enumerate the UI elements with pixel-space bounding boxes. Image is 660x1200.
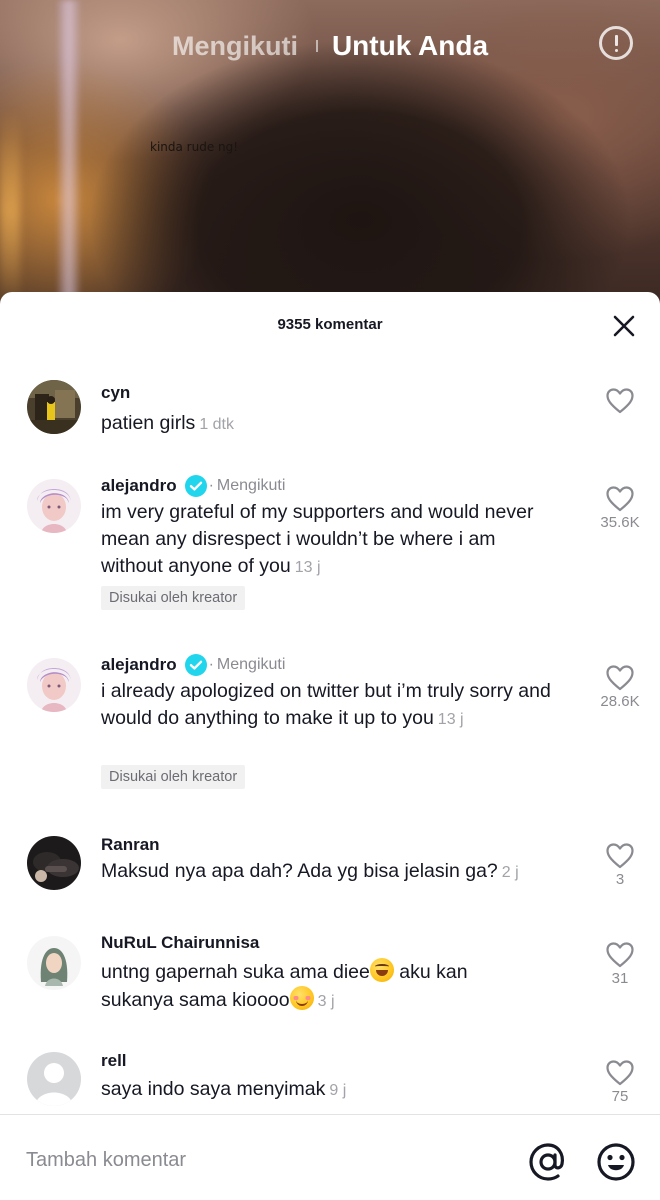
like-button[interactable]: 3 — [598, 843, 642, 888]
smiling-emoji-icon — [289, 986, 314, 1010]
username-text: cyn — [101, 383, 131, 402]
top-nav: Mengikuti Untuk Anda — [0, 26, 660, 66]
avatar[interactable] — [27, 479, 81, 533]
comment-body: i already apologized on twitter but i’m … — [101, 680, 551, 729]
heart-icon — [606, 665, 634, 691]
comment-item: cyn patien girls 1 dtk — [0, 380, 660, 450]
heart-icon — [606, 843, 634, 869]
comment-body: patien girls — [101, 412, 196, 434]
like-button[interactable]: 75 — [598, 1060, 642, 1105]
avatar[interactable] — [27, 936, 81, 990]
comment-username[interactable]: cyn — [101, 383, 130, 403]
comment-input-bar — [0, 1114, 660, 1200]
like-count: 75 — [611, 1088, 629, 1105]
video-caption: kinda rude ng! — [150, 140, 239, 154]
like-count: 3 — [615, 871, 625, 888]
comment-text: Maksud nya apa dah? Ada yg bisa jelasin … — [101, 858, 561, 886]
username-text: alejandro — [101, 655, 177, 674]
comment-username[interactable]: alejandro Mengikuti — [101, 654, 285, 676]
comments-sheet: 9355 komentar cyn patien girls 1 dtk ale… — [0, 292, 660, 1200]
smiley-icon[interactable] — [596, 1142, 636, 1182]
comment-username[interactable]: alejandro Mengikuti — [101, 475, 285, 497]
username-text: Ranran — [101, 835, 160, 854]
comment-time: 13 j — [294, 559, 321, 576]
heart-icon — [606, 486, 634, 512]
comment-body: Maksud nya apa dah? Ada yg bisa jelasin … — [101, 860, 498, 882]
comment-text: saya indo saya menyimak 9 j — [101, 1076, 561, 1104]
liked-by-creator-badge: Disukai oleh kreator — [101, 765, 246, 789]
heart-icon — [606, 388, 634, 414]
info-icon-bar — [614, 35, 618, 46]
info-icon-dot — [614, 49, 618, 52]
comment-count: 9355 komentar — [277, 316, 383, 333]
comment-time: 2 j — [501, 864, 519, 881]
like-button[interactable]: 28.6K — [598, 665, 642, 710]
comment-item: alejandro Mengikuti i already apologized… — [0, 653, 660, 793]
username-text: rell — [101, 1051, 127, 1070]
avatar[interactable] — [27, 1052, 81, 1106]
comment-time: 13 j — [437, 711, 464, 728]
comment-text: patien girls 1 dtk — [101, 410, 561, 438]
comments-header: 9355 komentar — [0, 292, 660, 360]
tab-following[interactable]: Mengikuti — [172, 31, 298, 62]
like-count: 28.6K — [600, 693, 640, 710]
verified-badge-icon — [184, 475, 207, 497]
comment-text: im very grateful of my supporters and wo… — [101, 499, 561, 581]
laughing-emoji-icon — [369, 958, 394, 982]
comment-body: untng gapernah suka ama diee — [101, 961, 370, 983]
exclamation-circle-icon[interactable] — [599, 26, 633, 60]
avatar[interactable] — [27, 658, 81, 712]
heart-icon — [606, 942, 634, 968]
liked-by-creator-badge: Disukai oleh kreator — [101, 586, 246, 610]
comment-item: alejandro Mengikuti im very grateful of … — [0, 474, 660, 614]
comment-item: NuRuL Chairunnisa untng gapernah suka am… — [0, 933, 660, 1024]
heart-icon — [606, 1060, 634, 1086]
like-count: 35.6K — [600, 514, 640, 531]
tab-for-you[interactable]: Untuk Anda — [332, 30, 488, 62]
comment-time: 9 j — [329, 1082, 347, 1099]
close-icon[interactable] — [612, 314, 636, 338]
like-button[interactable] — [598, 388, 642, 414]
comment-username[interactable]: NuRuL Chairunnisa — [101, 933, 259, 953]
username-text: NuRuL Chairunnisa — [101, 933, 260, 952]
username-text: alejandro — [101, 476, 177, 495]
comment-text: untng gapernah suka ama diee aku kan suk… — [101, 958, 541, 1015]
following-label: Mengikuti — [209, 656, 285, 674]
nav-separator — [315, 40, 318, 52]
like-count: 31 — [611, 970, 629, 987]
comment-time: 3 j — [317, 993, 335, 1010]
comment-text: i already apologized on twitter but i’m … — [101, 678, 561, 733]
video-light-streak — [0, 110, 20, 310]
comment-input[interactable] — [26, 1145, 446, 1175]
following-label: Mengikuti — [209, 477, 285, 495]
comment-item: rell saya indo saya menyimak 9 j 75 — [0, 1051, 660, 1112]
like-button[interactable]: 35.6K — [598, 486, 642, 531]
avatar[interactable] — [27, 380, 81, 434]
verified-badge-icon — [184, 654, 207, 676]
avatar[interactable] — [27, 836, 81, 890]
comment-body: saya indo saya menyimak — [101, 1078, 326, 1100]
comment-username[interactable]: Ranran — [101, 835, 160, 855]
comment-item: Ranran Maksud nya apa dah? Ada yg bisa j… — [0, 835, 660, 906]
comment-time: 1 dtk — [199, 416, 234, 433]
like-button[interactable]: 31 — [598, 942, 642, 987]
at-sign-icon[interactable] — [528, 1142, 568, 1182]
comment-username[interactable]: rell — [101, 1051, 127, 1071]
